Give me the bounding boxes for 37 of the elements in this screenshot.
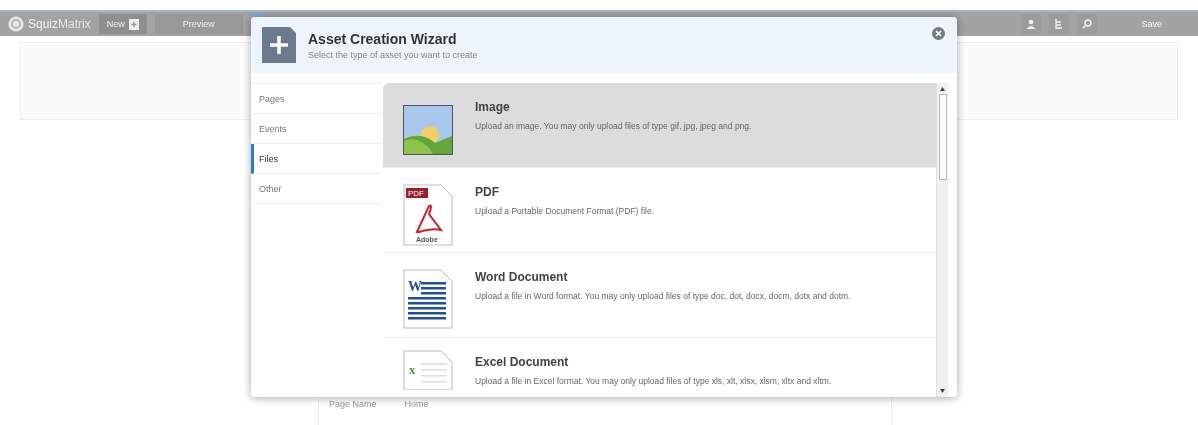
search-icon[interactable] bbox=[1077, 14, 1098, 34]
close-icon bbox=[935, 30, 942, 37]
asset-option[interactable]: W Word Document Upload a file in Word format. You may only upload files of type doc, dot, docx, docm, dotx and dotm. bbox=[383, 253, 936, 338]
excel-file-icon: x bbox=[403, 350, 453, 390]
new-button[interactable]: New bbox=[98, 14, 147, 34]
word-file-icon: W bbox=[403, 269, 453, 329]
asset-name: Word Document bbox=[475, 270, 569, 284]
brand-logo: SquizMatrix bbox=[8, 16, 91, 32]
asset-option[interactable]: x Excel Document Upload a file in Excel format. You may only upload files of type xls, xlt, xlsx, xlsm, xltx and xltm. bbox=[383, 338, 936, 397]
asset-description: Upload a Portable Document Format (PDF) file. bbox=[475, 206, 655, 216]
asset-description: Upload an image. You may only upload files of type gif, jpg, jpeg and png. bbox=[475, 121, 752, 131]
scroll-up-icon[interactable] bbox=[940, 87, 945, 91]
category-tab[interactable]: Pages bbox=[251, 84, 381, 114]
scroll-down-icon[interactable] bbox=[940, 389, 945, 393]
field-label: Page Name bbox=[329, 399, 377, 409]
close-button[interactable] bbox=[932, 27, 945, 40]
picture-icon bbox=[403, 105, 453, 155]
category-tab[interactable]: Files bbox=[251, 144, 381, 174]
asset-option[interactable]: Image Upload an image. You may only upload files of type gif, jpg, jpeg and png. bbox=[383, 83, 936, 168]
dialog-title: Asset Creation Wizard bbox=[308, 30, 458, 47]
asset-name: Excel Document bbox=[475, 355, 570, 369]
user-icon[interactable] bbox=[1021, 14, 1042, 34]
asset-name: Image bbox=[475, 100, 511, 114]
scrollbar[interactable] bbox=[936, 83, 948, 397]
add-file-icon bbox=[128, 18, 139, 30]
category-tab[interactable]: Events bbox=[251, 114, 381, 144]
category-tab[interactable]: Other bbox=[251, 174, 381, 204]
asset-name: PDF bbox=[475, 185, 500, 199]
dialog-subtitle: Select the type of asset you want to create bbox=[308, 49, 478, 60]
scroll-thumb[interactable] bbox=[938, 94, 947, 180]
asset-description: Upload a file in Excel format. You may only upload files of type xls, xlt, xlsx, xlsm, xltx and xltm. bbox=[475, 376, 832, 386]
tree-icon[interactable] bbox=[1049, 14, 1070, 34]
preview-button[interactable]: Preview bbox=[154, 14, 243, 34]
asset-description: Upload a file in Word format. You may only upload files of type doc, dot, docx, docm, dotx and dotm. bbox=[475, 291, 851, 301]
field-value: Home bbox=[404, 399, 429, 409]
logo-icon bbox=[8, 16, 24, 32]
new-asset-icon bbox=[262, 27, 296, 63]
